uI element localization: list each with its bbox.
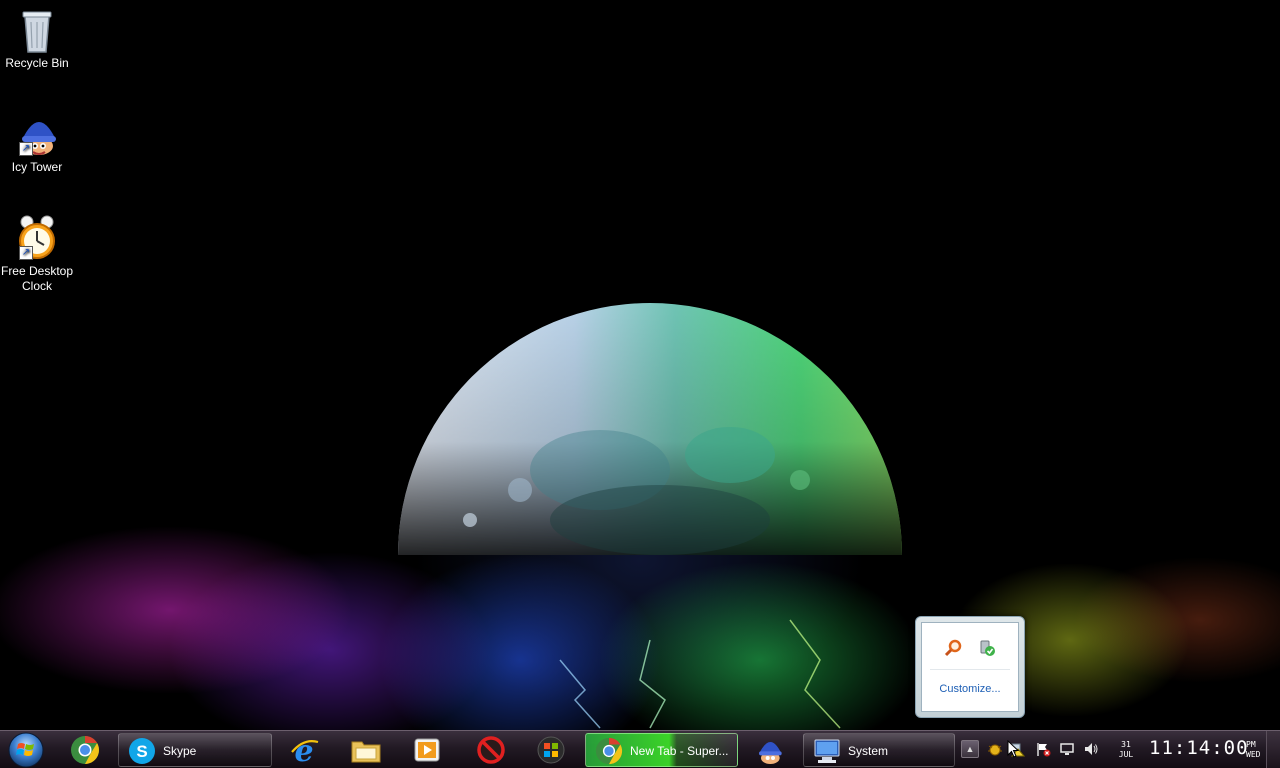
show-hidden-icons-button[interactable]: ▲ bbox=[961, 740, 979, 758]
safely-remove-hardware-icon[interactable] bbox=[978, 639, 996, 657]
notification-overflow-popup: Customize... bbox=[915, 616, 1025, 718]
clock-time[interactable]: 11:14:00 bbox=[1149, 737, 1249, 759]
taskbar-button-label: New Tab - Super... bbox=[630, 744, 729, 758]
svg-text:e: e bbox=[294, 734, 313, 766]
magnifier-icon[interactable] bbox=[944, 639, 962, 657]
svg-text:S: S bbox=[136, 742, 147, 761]
desktop-icon-icy-tower[interactable]: ↗ Icy Tower bbox=[0, 110, 74, 175]
pinned-icy-tower[interactable] bbox=[753, 734, 785, 766]
desktop-icon-label: Recycle Bin bbox=[5, 56, 69, 70]
taskbar-button-label: Skype bbox=[163, 744, 197, 758]
media-player-icon bbox=[414, 738, 440, 762]
icy-tower-icon bbox=[759, 742, 782, 764]
skype-icon: S bbox=[127, 736, 157, 766]
clock-day: 31 bbox=[1121, 740, 1131, 749]
desktop-icon-recycle-bin[interactable]: Recycle Bin bbox=[0, 6, 74, 71]
taskbar-button-chrome-new-tab[interactable]: New Tab - Super... bbox=[585, 733, 738, 767]
alarm-clock-icon: ↗ bbox=[13, 214, 61, 262]
pinned-windows-explorer[interactable] bbox=[350, 734, 382, 766]
chrome-icon bbox=[594, 736, 624, 766]
desktop-icon-label: Free Desktop Clock bbox=[0, 264, 74, 293]
moon-wallpaper-art bbox=[398, 303, 902, 729]
notification-area: ▲ 31 JUL 11:14:00 PM WED bbox=[957, 731, 1280, 768]
pinned-media-player[interactable] bbox=[411, 734, 443, 766]
pinned-internet-explorer[interactable]: e bbox=[288, 734, 320, 768]
icy-tower-icon: ↗ bbox=[13, 110, 61, 158]
action-center-flag-icon[interactable] bbox=[1035, 741, 1051, 757]
shortcut-arrow-icon: ↗ bbox=[19, 142, 33, 156]
show-desktop-button[interactable] bbox=[1266, 731, 1280, 768]
pinned-windows-flag[interactable] bbox=[535, 734, 567, 766]
windows-start-orb-icon bbox=[8, 732, 44, 768]
internet-explorer-icon: e bbox=[291, 734, 319, 768]
volume-icon[interactable] bbox=[1083, 741, 1099, 757]
start-button[interactable] bbox=[4, 732, 48, 768]
recycle-bin-icon bbox=[13, 6, 61, 54]
popup-divider bbox=[930, 669, 1010, 670]
desktop-icon-label: Icy Tower bbox=[11, 160, 63, 174]
clock-month: JUL bbox=[1118, 750, 1134, 759]
display-icon[interactable] bbox=[1059, 741, 1075, 757]
pinned-no-entry-app[interactable] bbox=[475, 734, 507, 766]
clock-weekday: WED bbox=[1246, 750, 1261, 759]
quick-launch-chrome[interactable] bbox=[69, 734, 101, 766]
clock-meridiem: PM bbox=[1246, 740, 1256, 749]
windows-flag-icon bbox=[537, 736, 565, 764]
mouse-cursor-icon bbox=[1007, 740, 1019, 758]
folder-icon bbox=[351, 741, 381, 763]
customize-link[interactable]: Customize... bbox=[922, 683, 1018, 695]
desktop-wallpaper bbox=[0, 0, 1280, 730]
chrome-icon bbox=[71, 736, 99, 764]
clock-ampm: PM WED bbox=[1246, 740, 1260, 760]
desktop-icon-free-desktop-clock[interactable]: ↗ Free Desktop Clock bbox=[0, 214, 74, 294]
taskbar: S Skype e New Tab - Super... System ▲ 31… bbox=[0, 730, 1280, 768]
system-computer-icon bbox=[812, 736, 842, 766]
no-entry-icon bbox=[477, 736, 505, 764]
taskbar-button-system[interactable]: System bbox=[803, 733, 955, 767]
taskbar-button-skype[interactable]: S Skype bbox=[118, 733, 272, 767]
bug-icon[interactable] bbox=[987, 741, 1003, 757]
clock-date[interactable]: 31 JUL bbox=[1115, 740, 1137, 760]
taskbar-button-label: System bbox=[848, 744, 889, 758]
shortcut-arrow-icon: ↗ bbox=[19, 246, 33, 260]
